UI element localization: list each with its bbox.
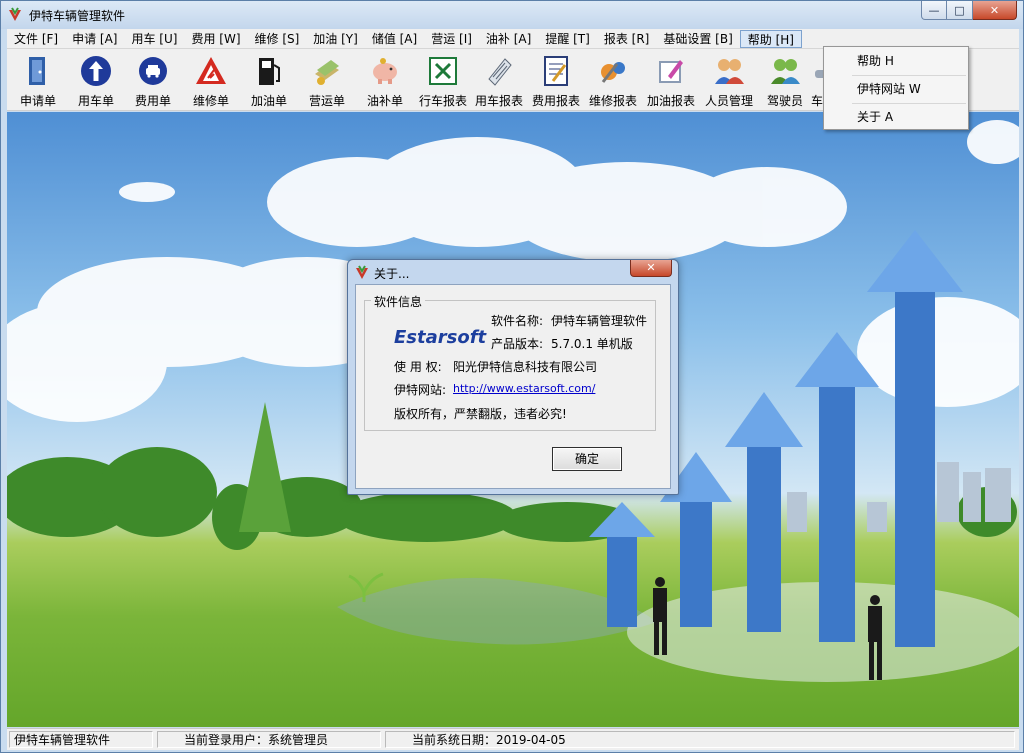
toolbar-vehicle-use-form[interactable]: 用车单	[68, 53, 124, 109]
help-dropdown-menu: 帮助 H 伊特网站 W 关于 A	[823, 46, 969, 130]
toolbar-driving-report[interactable]: 行车报表	[415, 53, 471, 109]
toolbar-label: 费用报表	[531, 94, 580, 108]
status-bar: 伊特车辆管理软件 当前登录用户：系统管理员 当前系统日期：2019-04-05	[7, 728, 1019, 750]
menu-item-website[interactable]: 伊特网站 W	[825, 76, 967, 102]
money-icon	[311, 55, 343, 87]
menu-repair[interactable]: 维修 [S]	[248, 30, 307, 48]
toolbar-label: 人员管理	[704, 94, 753, 108]
menu-reminder[interactable]: 提醒 [T]	[538, 30, 597, 48]
toolbar-application-form[interactable]: 申请单	[10, 53, 66, 109]
window-title: 伊特车辆管理软件	[29, 9, 126, 23]
main-window: 伊特车辆管理软件 — □ ✕ 文件 [F] 申请 [A] 用车 [U] 费用 […	[0, 0, 1024, 753]
tools-icon	[597, 55, 629, 87]
software-name: 伊特车辆管理软件	[551, 314, 648, 328]
toolbar-label: 维修单	[192, 94, 229, 108]
menu-basic-settings[interactable]: 基础设置 [B]	[656, 30, 739, 48]
status-date-label: 当前系统日期：	[411, 733, 496, 747]
ok-button[interactable]: 确定	[552, 447, 622, 471]
menu-apply[interactable]: 申请 [A]	[65, 30, 124, 48]
toolbar-label: 维修报表	[588, 94, 637, 108]
toolbar-label: 用车单	[77, 94, 114, 108]
app-logo-icon	[9, 7, 21, 21]
maximize-button[interactable]: □	[947, 1, 973, 20]
brand-logo: Estarsoft	[394, 327, 487, 348]
toolbar-label: 加油单	[250, 94, 287, 108]
toolbar-label: 申请单	[19, 94, 56, 108]
menu-report[interactable]: 报表 [R]	[597, 30, 657, 48]
version-value: 5.7.0.1 单机版	[551, 337, 633, 351]
toolbar-fuel-subsidy-form[interactable]: 油补单	[357, 53, 413, 109]
toolbar-label: 营运单	[308, 94, 345, 108]
menu-operation[interactable]: 营运 [I]	[424, 30, 479, 48]
status-app-name: 伊特车辆管理软件	[9, 731, 153, 748]
website-link[interactable]: http://www.estarsoft.com/	[453, 382, 595, 395]
version-label: 产品版本:	[491, 337, 544, 351]
license-label: 使 用 权:	[394, 360, 442, 374]
fuel-pump-icon	[253, 55, 285, 87]
door-icon	[22, 55, 54, 87]
toolbar-vehicle-use-report[interactable]: 用车报表	[471, 53, 527, 109]
toolbar-driver[interactable]: 驾驶员	[757, 53, 813, 109]
toolbar-label: 费用单	[134, 94, 171, 108]
menu-expense[interactable]: 费用 [W]	[184, 30, 247, 48]
license-value: 阳光伊特信息科技有限公司	[453, 360, 598, 374]
menu-help[interactable]: 帮助 [H]	[739, 29, 802, 48]
dialog-title: 关于...	[374, 267, 410, 281]
toolbar-label: 驾驶员	[766, 94, 803, 108]
software-name-label: 软件名称:	[491, 314, 544, 328]
menu-fuel[interactable]: 加油 [Y]	[306, 30, 365, 48]
about-dialog: 关于... ✕ 软件信息 Estarsoft 软件名称: 伊特车辆管理软件 产品…	[347, 259, 679, 495]
status-user-panel: 当前登录用户：系统管理员	[157, 731, 381, 748]
toolbar-label: 行车报表	[418, 94, 467, 108]
app-logo-icon	[356, 265, 368, 279]
toolbar-label: 用车报表	[474, 94, 523, 108]
group-label: 软件信息	[371, 293, 426, 310]
toolbar-label: 油补单	[366, 94, 403, 108]
menu-item-help[interactable]: 帮助 H	[825, 48, 967, 74]
toolbar-repair-report[interactable]: 维修报表	[585, 53, 641, 109]
window-controls: — □ ✕	[921, 1, 1017, 20]
status-date-panel: 当前系统日期：2019-04-05	[385, 731, 1015, 748]
website-label: 伊特网站:	[394, 383, 447, 397]
toolbar-fuel-form[interactable]: 加油单	[241, 53, 297, 109]
close-button[interactable]: ✕	[973, 1, 1017, 20]
toolbar-label: 加油报表	[646, 94, 695, 108]
toolbar-fuel-report[interactable]: 加油报表	[643, 53, 699, 109]
copyright-text: 版权所有，严禁翻版，违者必究!	[394, 407, 567, 421]
dialog-close-button[interactable]: ✕	[630, 260, 672, 277]
toolbar-operation-form[interactable]: 营运单	[299, 53, 355, 109]
up-arrow-icon	[80, 55, 112, 87]
toolbar-expense-report[interactable]: 费用报表	[528, 53, 584, 109]
minimize-button[interactable]: —	[921, 1, 947, 20]
road-sign-icon	[195, 55, 227, 87]
car-icon	[137, 55, 169, 87]
menu-stored-value[interactable]: 储值 [A]	[365, 30, 424, 48]
status-user: 系统管理员	[268, 733, 329, 747]
driver-icon	[769, 55, 801, 87]
edit-icon	[655, 55, 687, 87]
title-bar[interactable]: 伊特车辆管理软件 — □ ✕	[1, 1, 1023, 29]
notebook-icon	[540, 55, 572, 87]
users-icon	[713, 55, 745, 87]
status-date: 2019-04-05	[496, 733, 566, 747]
scroll-icon	[483, 55, 515, 87]
toolbar-personnel-management[interactable]: 人员管理	[701, 53, 757, 109]
menu-item-about[interactable]: 关于 A	[825, 104, 967, 130]
menu-file[interactable]: 文件 [F]	[7, 30, 65, 48]
menu-vehicle-use[interactable]: 用车 [U]	[124, 30, 184, 48]
status-user-label: 当前登录用户：	[183, 733, 268, 747]
toolbar-repair-form[interactable]: 维修单	[183, 53, 239, 109]
software-info-group: 软件信息 Estarsoft 软件名称: 伊特车辆管理软件 产品版本: 5.7.…	[364, 293, 656, 431]
piggy-bank-icon	[369, 55, 401, 87]
menu-fuel-subsidy[interactable]: 油补 [A]	[479, 30, 538, 48]
toolbar-expense-form[interactable]: 费用单	[125, 53, 181, 109]
excel-icon	[427, 55, 459, 87]
dialog-body: 软件信息 Estarsoft 软件名称: 伊特车辆管理软件 产品版本: 5.7.…	[355, 284, 671, 489]
